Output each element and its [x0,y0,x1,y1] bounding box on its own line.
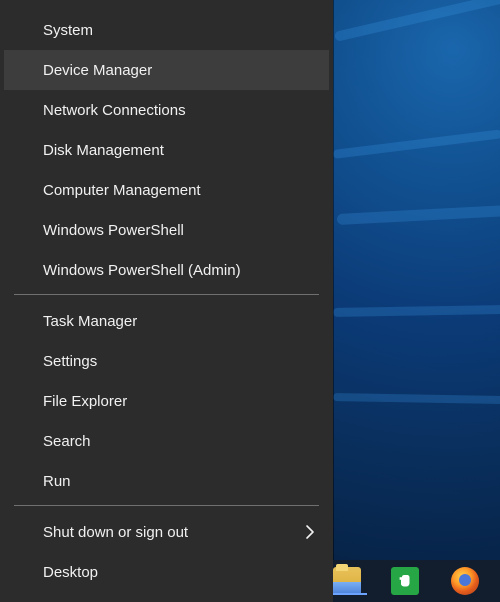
menu-item-disk-management[interactable]: Disk Management [4,130,329,170]
power-user-menu: System Device Manager Network Connection… [0,0,333,602]
menu-item-label: File Explorer [43,392,128,410]
menu-item-search[interactable]: Search [4,421,329,461]
menu-item-label: Device Manager [43,61,153,79]
desktop-background [332,0,500,602]
wallpaper-light-beam [336,204,500,225]
wallpaper-light-beam [332,129,500,159]
active-app-indicator [333,593,367,595]
menu-item-label: Network Connections [43,101,186,119]
menu-item-task-manager[interactable]: Task Manager [4,301,329,341]
menu-item-computer-management[interactable]: Computer Management [4,170,329,210]
menu-item-label: Computer Management [43,181,201,199]
menu-item-label: Task Manager [43,312,138,330]
menu-item-device-manager[interactable]: Device Manager [4,50,329,90]
menu-item-label: Windows PowerShell [43,221,184,239]
menu-item-network-connections[interactable]: Network Connections [4,90,329,130]
menu-item-desktop[interactable]: Desktop [4,552,329,592]
menu-divider [14,505,319,506]
firefox-globe-icon [459,574,471,586]
chevron-right-icon [303,524,317,540]
taskbar [333,560,500,602]
wallpaper-light-beam [332,393,500,405]
menu-item-label: Search [43,432,91,450]
menu-item-system[interactable]: System [4,10,329,50]
menu-item-label: Shut down or sign out [43,523,189,541]
evernote-icon[interactable] [391,567,419,595]
menu-divider [14,294,319,295]
wallpaper-light-beam [333,0,500,42]
firefox-icon[interactable] [451,567,479,595]
menu-item-label: Windows PowerShell (Admin) [43,261,241,279]
menu-item-windows-powershell[interactable]: Windows PowerShell [4,210,329,250]
menu-item-label: System [43,21,94,39]
menu-item-windows-powershell-admin[interactable]: Windows PowerShell (Admin) [4,250,329,290]
menu-item-settings[interactable]: Settings [4,341,329,381]
menu-item-shut-down-or-sign-out[interactable]: Shut down or sign out [4,512,329,552]
menu-item-label: Settings [43,352,98,370]
folder-tab-icon [336,564,348,571]
wallpaper-light-beam [332,304,500,317]
menu-item-file-explorer[interactable]: File Explorer [4,381,329,421]
menu-item-label: Desktop [43,563,99,581]
menu-item-label: Run [43,472,71,490]
file-explorer-icon[interactable] [333,564,367,595]
menu-item-label: Disk Management [43,141,164,159]
menu-item-run[interactable]: Run [4,461,329,501]
